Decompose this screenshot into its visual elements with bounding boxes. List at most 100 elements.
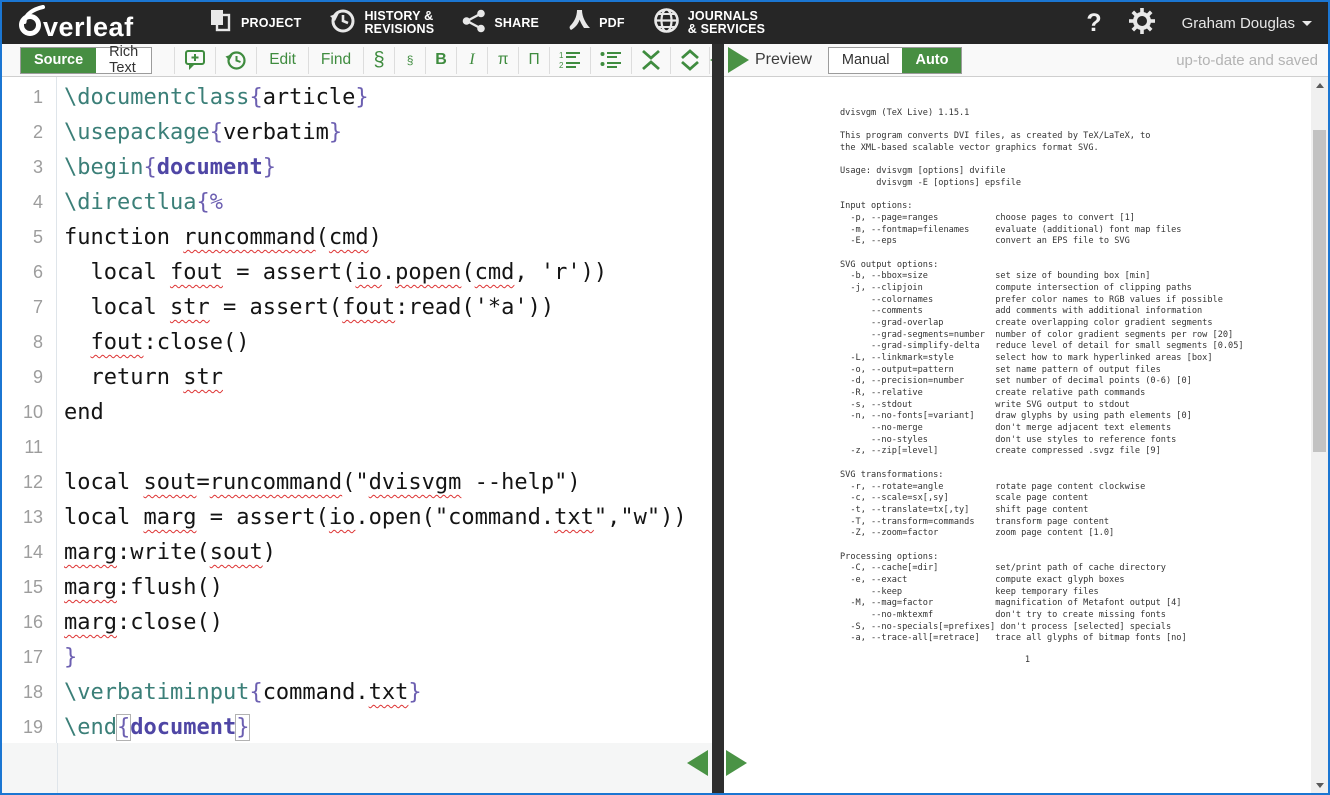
inline-math-button[interactable]: π <box>488 47 519 74</box>
editor-toolbar-buttons: EditFind§§BIπΠ12 <box>174 47 710 74</box>
overleaf-window: verleaf PROJECT HISTORY &REVISIONS SHAREPD… <box>0 0 1330 795</box>
expand-icon <box>680 49 700 71</box>
line-number: 18 <box>2 675 56 710</box>
pdf-page-number: 1 <box>840 655 1215 665</box>
code-line[interactable]: return str <box>64 360 712 395</box>
scroll-down-icon[interactable] <box>1311 777 1328 793</box>
gear-icon[interactable] <box>1128 7 1156 40</box>
source-tab[interactable]: Source <box>21 48 96 73</box>
header-right: ? Graham Douglas <box>1086 7 1328 40</box>
comment-plus-icon <box>184 49 206 71</box>
collapse-button[interactable] <box>632 47 671 74</box>
nav-label: JOURNALS& SERVICES <box>688 10 766 36</box>
line-number: 13 <box>2 500 56 535</box>
line-number: 4 <box>2 185 56 220</box>
nav-pdf[interactable]: PDF <box>553 2 639 44</box>
bottom-collapse-editor-arrow-icon[interactable] <box>687 750 708 776</box>
line-number: 5 <box>2 220 56 255</box>
code-line[interactable]: \documentclass{article} <box>64 80 712 115</box>
code-line[interactable]: function runcommand(cmd) <box>64 220 712 255</box>
help-icon[interactable]: ? <box>1086 9 1101 38</box>
italic-button[interactable]: I <box>457 47 488 74</box>
edit-button[interactable]: Edit <box>257 47 309 74</box>
top-header-bar: verleaf PROJECT HISTORY &REVISIONS SHAREPD… <box>2 2 1328 44</box>
code-area[interactable]: \documentclass{article}\usepackage{verba… <box>57 77 712 793</box>
main-split: Source Rich Text EditFind§§BIπΠ12 123456… <box>2 44 1328 793</box>
bold-button[interactable]: B <box>426 47 457 74</box>
line-number: 14 <box>2 535 56 570</box>
display-math-button[interactable]: Π <box>519 47 550 74</box>
nav-project[interactable]: PROJECT <box>194 2 315 44</box>
manual-auto-toggle: Manual Auto <box>828 47 963 74</box>
pdf-icon <box>567 8 591 39</box>
nav-label: HISTORY &REVISIONS <box>364 10 434 36</box>
collapse-icon <box>641 49 661 71</box>
share-icon <box>462 9 486 38</box>
rich-text-tab[interactable]: Rich Text <box>96 48 151 73</box>
svg-text:2: 2 <box>559 61 564 70</box>
code-line[interactable]: marg:flush() <box>64 570 712 605</box>
nav-share[interactable]: SHARE <box>448 2 553 44</box>
editor-toolbar: Source Rich Text EditFind§§BIπΠ12 <box>2 44 712 77</box>
user-menu[interactable]: Graham Douglas <box>1182 15 1312 32</box>
numbered-list-button[interactable]: 12 <box>550 47 591 74</box>
numbered-list-icon: 12 <box>559 50 581 70</box>
compile-status: up-to-date and saved <box>1176 52 1328 69</box>
preview-label: Preview <box>755 51 812 69</box>
pdf-scrollbar[interactable] <box>1311 77 1328 793</box>
source-richtext-toggle: Source Rich Text <box>20 47 152 74</box>
line-number: 16 <box>2 605 56 640</box>
manual-compile-button[interactable]: Manual <box>829 48 903 73</box>
code-line[interactable]: \verbatiminput{command.txt} <box>64 675 712 710</box>
line-number: 3 <box>2 150 56 185</box>
bottom-expand-preview-arrow-icon[interactable] <box>726 750 747 776</box>
line-number: 6 <box>2 255 56 290</box>
code-line[interactable]: local str = assert(fout:read('*a')) <box>64 290 712 325</box>
code-line[interactable]: local marg = assert(io.open("command.txt… <box>64 500 712 535</box>
pdf-scrollbar-thumb[interactable] <box>1313 130 1326 452</box>
code-line[interactable]: \directlua{% <box>64 185 712 220</box>
code-line[interactable]: \end{document} <box>64 710 712 745</box>
line-number: 8 <box>2 325 56 360</box>
expand-button[interactable] <box>671 47 710 74</box>
project-icon <box>208 8 233 38</box>
add-comment-button[interactable] <box>175 47 216 74</box>
code-line[interactable]: marg:write(sout) <box>64 535 712 570</box>
line-number: 11 <box>2 430 56 465</box>
code-line[interactable]: fout:close() <box>64 325 712 360</box>
nav-journals[interactable]: JOURNALS& SERVICES <box>639 2 780 44</box>
overleaf-leaf-icon <box>16 5 46 42</box>
code-line[interactable]: marg:close() <box>64 605 712 640</box>
code-line[interactable]: local fout = assert(io.popen(cmd, 'r')) <box>64 255 712 290</box>
code-line[interactable]: } <box>64 640 712 675</box>
globe-icon <box>653 7 680 39</box>
pane-divider[interactable] <box>712 44 724 793</box>
track-changes-button[interactable] <box>216 47 257 74</box>
code-line[interactable] <box>64 430 712 465</box>
logo-text: verleaf <box>43 12 134 42</box>
expand-preview-arrow-icon[interactable] <box>728 47 749 73</box>
auto-compile-button[interactable]: Auto <box>902 48 961 73</box>
line-number: 15 <box>2 570 56 605</box>
svg-text:1: 1 <box>559 51 564 60</box>
code-line[interactable]: \begin{document} <box>64 150 712 185</box>
source-editor[interactable]: 12345678910111213141516171819 \documentc… <box>2 77 712 793</box>
pdf-preview[interactable]: dvisvgm (TeX Live) 1.15.1 This program c… <box>724 77 1328 793</box>
preview-pane: Preview Manual Auto up-to-date and saved… <box>724 44 1328 793</box>
line-number: 19 <box>2 710 56 745</box>
pdf-page-text: dvisvgm (TeX Live) 1.15.1 This program c… <box>840 108 1244 645</box>
code-line[interactable]: local sout=runcommand("dvisvgm --help") <box>64 465 712 500</box>
bullet-list-button[interactable] <box>591 47 632 74</box>
nav-history[interactable]: HISTORY &REVISIONS <box>315 2 448 44</box>
overleaf-logo[interactable]: verleaf <box>16 5 166 42</box>
code-line[interactable]: end <box>64 395 712 430</box>
code-line[interactable]: \usepackage{verbatim} <box>64 115 712 150</box>
subsection-button[interactable]: § <box>395 47 426 74</box>
nav-label: PROJECT <box>241 17 301 30</box>
find-button[interactable]: Find <box>309 47 364 74</box>
chevron-down-icon <box>1302 21 1312 26</box>
scroll-up-icon[interactable] <box>1311 77 1328 93</box>
section-button[interactable]: § <box>364 47 395 74</box>
line-number: 10 <box>2 395 56 430</box>
history-icon <box>329 7 356 39</box>
